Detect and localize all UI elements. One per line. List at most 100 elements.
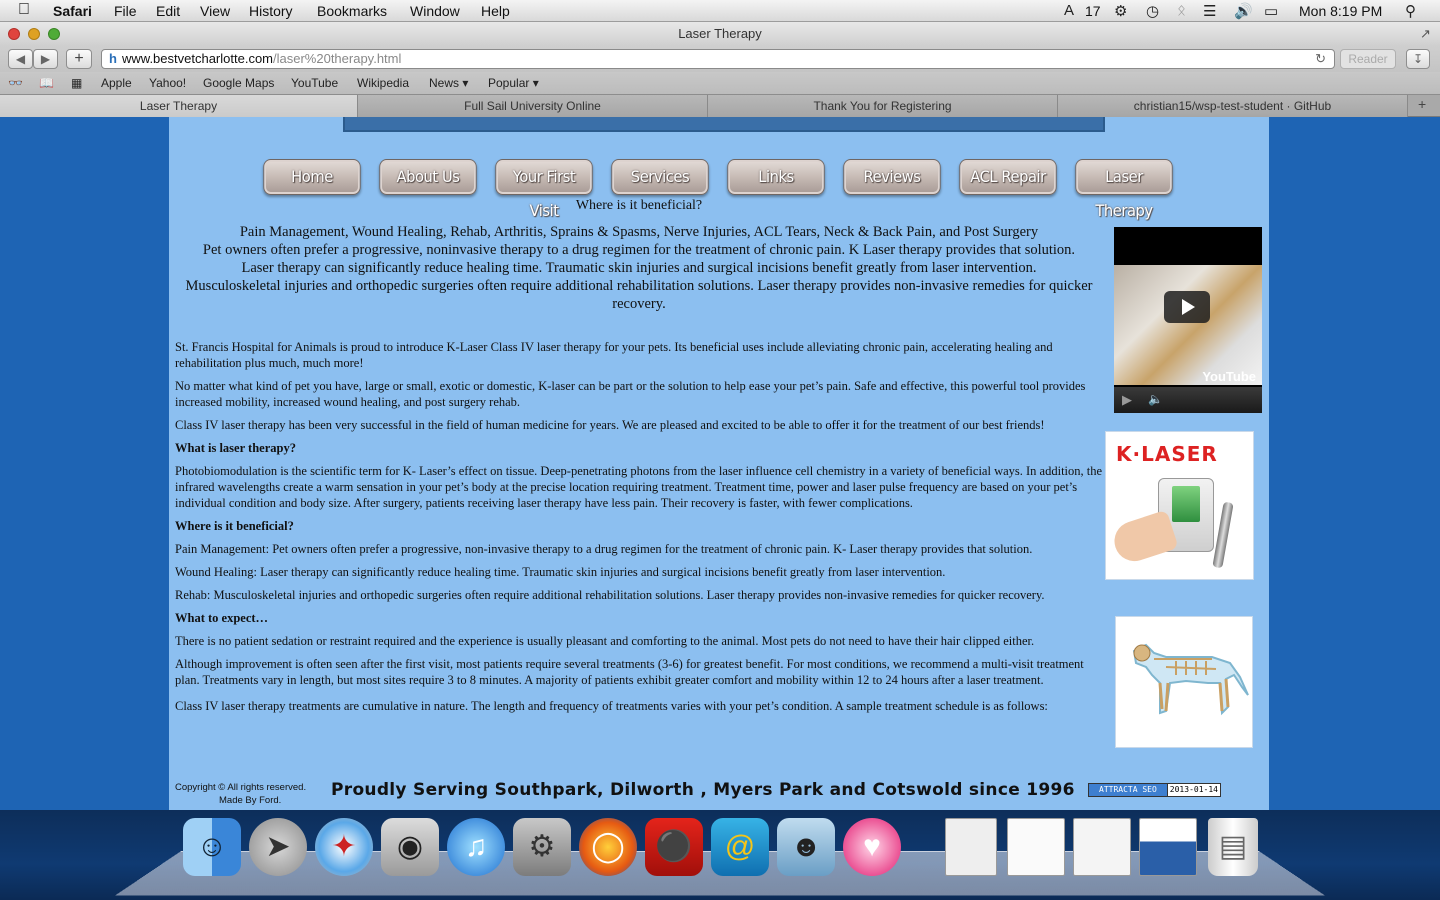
- what-is-paragraph: Photobiomodulation is the scientific ter…: [175, 464, 1103, 510]
- footer-copyright: Copyright © All rights reserved. Made By…: [175, 781, 306, 807]
- hand-shape: [1109, 509, 1179, 567]
- zoom-window-icon[interactable]: [48, 28, 60, 40]
- nav-laser-therapy-button[interactable]: Laser Therapy: [1075, 159, 1173, 220]
- adobe-status-icon[interactable]: A: [1064, 2, 1074, 19]
- hero-paragraph-3: Musculoskeletal injuries and orthopedic …: [185, 278, 1093, 312]
- bluetooth-icon[interactable]: ᛟ: [1177, 2, 1186, 19]
- volume-icon[interactable]: 🔊: [1234, 2, 1253, 20]
- bookmarks-book-icon[interactable]: 📖: [39, 76, 54, 90]
- battery-icon[interactable]: ▭: [1264, 2, 1278, 20]
- web-page: Home About Us Your First Visit Services …: [0, 117, 1440, 810]
- menu-app-name[interactable]: Safari: [53, 3, 92, 19]
- menu-view[interactable]: View: [200, 3, 230, 19]
- status-notification-count[interactable]: 17: [1085, 3, 1101, 19]
- hero-conditions: Pain Management, Wound Healing, Rehab, A…: [239, 224, 1039, 240]
- acrobat-icon[interactable]: ⚫: [645, 818, 703, 876]
- hero-section: Where is it beneficial? Pain Management,…: [174, 197, 1104, 313]
- reload-icon[interactable]: ↻: [1315, 50, 1326, 68]
- nav-services-button[interactable]: Services: [611, 159, 709, 195]
- top-sites-grid-icon[interactable]: ▦: [71, 76, 82, 90]
- itunes-icon[interactable]: ♫: [447, 818, 505, 876]
- reader-button[interactable]: Reader: [1340, 49, 1396, 69]
- video-thumbnail: [1114, 265, 1262, 385]
- safari-icon[interactable]: ✦: [315, 818, 373, 876]
- expect-heading: What to expect…: [175, 611, 269, 625]
- attracta-date: 2013-01-14: [1167, 784, 1220, 796]
- minimize-window-icon[interactable]: [28, 28, 40, 40]
- pain-paragraph: Pain Management: Pet owners often prefer…: [175, 542, 1033, 556]
- attracta-label: ATTRACTA SEO: [1089, 784, 1168, 796]
- system-preferences-icon[interactable]: ⚙: [513, 818, 571, 876]
- menu-window[interactable]: Window: [410, 3, 460, 19]
- window-title-bar: Laser Therapy: [0, 22, 1440, 46]
- fetch-icon[interactable]: @: [711, 818, 769, 876]
- menu-history[interactable]: History: [249, 3, 293, 19]
- nav-acl-repair-button[interactable]: ACL Repair: [959, 159, 1057, 195]
- bookmark-apple[interactable]: Apple: [101, 76, 132, 90]
- bookmark-google-maps[interactable]: Google Maps: [203, 76, 274, 90]
- bookmark-yahoo[interactable]: Yahoo!: [149, 76, 186, 90]
- back-button[interactable]: ◀: [8, 49, 33, 69]
- bookmark-youtube[interactable]: YouTube: [291, 76, 338, 90]
- new-tab-button[interactable]: +: [66, 49, 92, 69]
- play-button-icon[interactable]: [1164, 291, 1210, 323]
- expect-paragraph-1: There is no patient sedation or restrain…: [175, 634, 1035, 648]
- tab-label: christian15/wsp-test-student · GitHub: [1133, 99, 1332, 113]
- tab-full-sail[interactable]: Full Sail University Online: [358, 95, 708, 117]
- spotlight-search-icon[interactable]: ⚲: [1405, 2, 1416, 20]
- tab-thank-you[interactable]: Thank You for Registering: [708, 95, 1058, 117]
- clock[interactable]: Mon 8:19 PM: [1299, 3, 1382, 19]
- menu-bar:  Safari File Edit View History Bookmark…: [0, 0, 1440, 22]
- bookmark-news-menu[interactable]: News ▾: [429, 76, 468, 90]
- new-tab-plus-icon[interactable]: +: [1418, 96, 1426, 112]
- gear-status-icon[interactable]: ⚙: [1114, 2, 1127, 20]
- attracta-seo-badge[interactable]: ATTRACTA SEO 2013-01-14: [1088, 783, 1221, 797]
- nav-about-us-button[interactable]: About Us: [379, 159, 477, 195]
- fullscreen-icon[interactable]: ↗: [1420, 26, 1431, 42]
- youtube-logo: YouTube: [1202, 369, 1256, 384]
- nav-reviews-button[interactable]: Reviews: [843, 159, 941, 195]
- nav-links-button[interactable]: Links: [727, 159, 825, 195]
- menu-file[interactable]: File: [114, 3, 137, 19]
- reading-list-icon[interactable]: 👓: [8, 76, 23, 90]
- what-is-heading: What is laser therapy?: [175, 441, 296, 455]
- window-thumb-icon[interactable]: [945, 818, 997, 876]
- github-icon[interactable]: ☻: [777, 818, 835, 876]
- wifi-icon[interactable]: ☰: [1203, 2, 1216, 20]
- tab-label: Full Sail University Online: [464, 99, 601, 113]
- window-thumb-icon[interactable]: [1073, 818, 1131, 876]
- tab-github[interactable]: christian15/wsp-test-student · GitHub: [1058, 95, 1408, 117]
- launchpad-icon[interactable]: ➤: [249, 818, 307, 876]
- time-machine-icon[interactable]: ◷: [1146, 2, 1159, 20]
- menu-bookmarks[interactable]: Bookmarks: [317, 3, 387, 19]
- address-bar[interactable]: h www.bestvetcharlotte.com/laser%20therap…: [101, 49, 1335, 69]
- where-heading: Where is it beneficial?: [175, 519, 294, 533]
- k-laser-logo: K·LASER: [1116, 442, 1218, 466]
- youtube-video-embed[interactable]: YouTube ▶ 🔈: [1114, 227, 1262, 413]
- menu-help[interactable]: Help: [481, 3, 510, 19]
- heart-app-icon[interactable]: ♥: [843, 818, 901, 876]
- video-controls: ▶ 🔈: [1114, 387, 1262, 413]
- nav-first-visit-button[interactable]: Your First Visit: [495, 159, 593, 220]
- apple-menu-icon[interactable]: : [18, 1, 30, 19]
- hero-question: Where is it beneficial?: [575, 198, 703, 213]
- site-favicon-icon: h: [109, 51, 117, 66]
- finder-icon[interactable]: ☺: [183, 818, 241, 876]
- firefox-icon[interactable]: ◯: [579, 818, 637, 876]
- window-thumb-icon[interactable]: [1007, 818, 1065, 876]
- bookmarks-bar: 👓 📖 ▦ Apple Yahoo! Google Maps YouTube W…: [0, 72, 1440, 94]
- window-thumb-icon[interactable]: [1139, 818, 1197, 876]
- menu-edit[interactable]: Edit: [156, 3, 180, 19]
- close-window-icon[interactable]: [8, 28, 20, 40]
- bookmark-popular-menu[interactable]: Popular ▾: [488, 76, 539, 90]
- bookmark-wikipedia[interactable]: Wikipedia: [357, 76, 409, 90]
- volume-control-icon[interactable]: 🔈: [1148, 392, 1163, 406]
- downloads-button[interactable]: ↧: [1406, 49, 1430, 69]
- forward-button[interactable]: ▶: [33, 49, 58, 69]
- class-iv-paragraph: Class IV laser therapy has been very suc…: [175, 418, 1045, 432]
- trash-icon[interactable]: ▤: [1208, 818, 1258, 876]
- tab-laser-therapy[interactable]: Laser Therapy: [0, 95, 358, 117]
- nav-home-button[interactable]: Home: [263, 159, 361, 195]
- play-control-icon[interactable]: ▶: [1122, 392, 1132, 408]
- facetime-icon[interactable]: ◉: [381, 818, 439, 876]
